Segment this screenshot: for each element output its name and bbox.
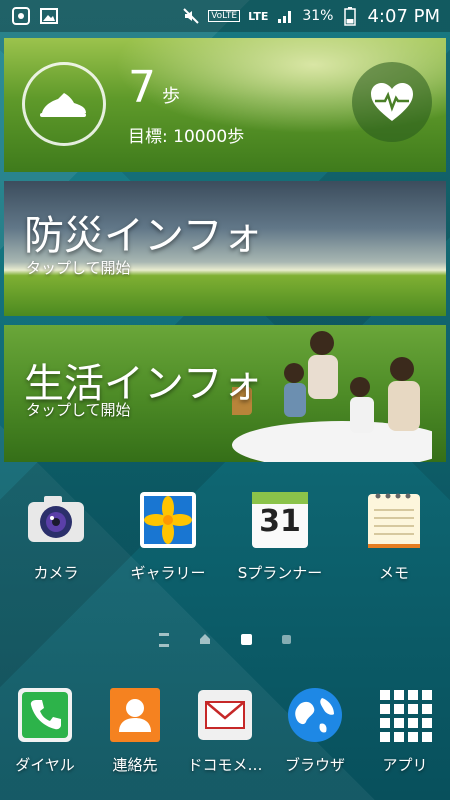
- phone-icon: [16, 686, 74, 744]
- calendar-icon: 31: [248, 488, 312, 552]
- app-browser[interactable]: ブラウザ: [265, 686, 365, 775]
- app-docomo-mail[interactable]: ドコモメ…: [175, 686, 275, 775]
- gallery-icon: [136, 488, 200, 552]
- app-s-planner[interactable]: 31 Sプランナー: [230, 488, 330, 583]
- page-dot[interactable]: [282, 635, 291, 644]
- step-number: 7: [128, 62, 156, 113]
- page-list-icon[interactable]: [159, 632, 169, 647]
- app-drawer[interactable]: アプリ: [355, 686, 450, 775]
- volte-icon: VoLTE: [208, 10, 241, 22]
- memo-icon: [362, 488, 426, 552]
- app-label: アプリ: [382, 756, 428, 774]
- app-label: Sプランナー: [237, 564, 323, 582]
- globe-icon: [286, 686, 344, 744]
- pedometer-widget[interactable]: 7歩 目標: 10000歩: [4, 38, 446, 172]
- calendar-date: 31: [259, 504, 301, 539]
- mail-icon: [196, 686, 254, 744]
- app-label: ブラウザ: [284, 756, 345, 774]
- step-goal: 目標: 10000歩: [128, 127, 245, 147]
- app-contacts[interactable]: 連絡先: [85, 686, 185, 775]
- app-label: ギャラリー: [130, 564, 206, 582]
- gallery-notification-icon: [40, 7, 58, 25]
- lte-icon: LTE: [248, 9, 269, 23]
- disaster-info-subtitle: タップして開始: [26, 259, 131, 277]
- app-camera[interactable]: カメラ: [6, 488, 106, 583]
- status-bar: VoLTE LTE 31% 4:07 PM: [0, 0, 450, 32]
- disaster-info-title: 防災インフォ: [24, 213, 263, 259]
- heart-rate-icon[interactable]: [352, 62, 432, 142]
- clock: 4:07 PM: [367, 5, 440, 27]
- notification-icon: [12, 7, 30, 25]
- home-page-icon[interactable]: [199, 630, 211, 649]
- contacts-icon: [106, 686, 164, 744]
- app-memo[interactable]: メモ: [344, 488, 444, 583]
- life-info-subtitle: タップして開始: [26, 401, 131, 419]
- battery-level: 31%: [302, 8, 334, 24]
- page-dot-active[interactable]: [241, 634, 252, 645]
- page-indicator: [0, 630, 450, 649]
- app-label: ダイヤル: [15, 756, 75, 774]
- life-info-widget[interactable]: 生活インフォ タップして開始: [4, 325, 446, 462]
- signal-icon: [276, 7, 294, 25]
- app-dialer[interactable]: ダイヤル: [0, 686, 95, 775]
- app-label: 連絡先: [112, 756, 158, 774]
- app-label: メモ: [378, 564, 409, 582]
- app-label: ドコモメ…: [187, 756, 263, 774]
- battery-icon: [341, 7, 359, 26]
- app-label: カメラ: [33, 564, 79, 582]
- camera-icon: [24, 488, 88, 552]
- disaster-info-widget[interactable]: 防災インフォ タップして開始: [4, 181, 446, 316]
- shoe-icon: [22, 62, 106, 146]
- step-count: 7歩: [128, 66, 180, 110]
- mute-icon: [182, 7, 200, 25]
- app-gallery[interactable]: ギャラリー: [118, 488, 218, 583]
- step-unit: 歩: [162, 86, 180, 107]
- apps-grid-icon: [376, 686, 434, 744]
